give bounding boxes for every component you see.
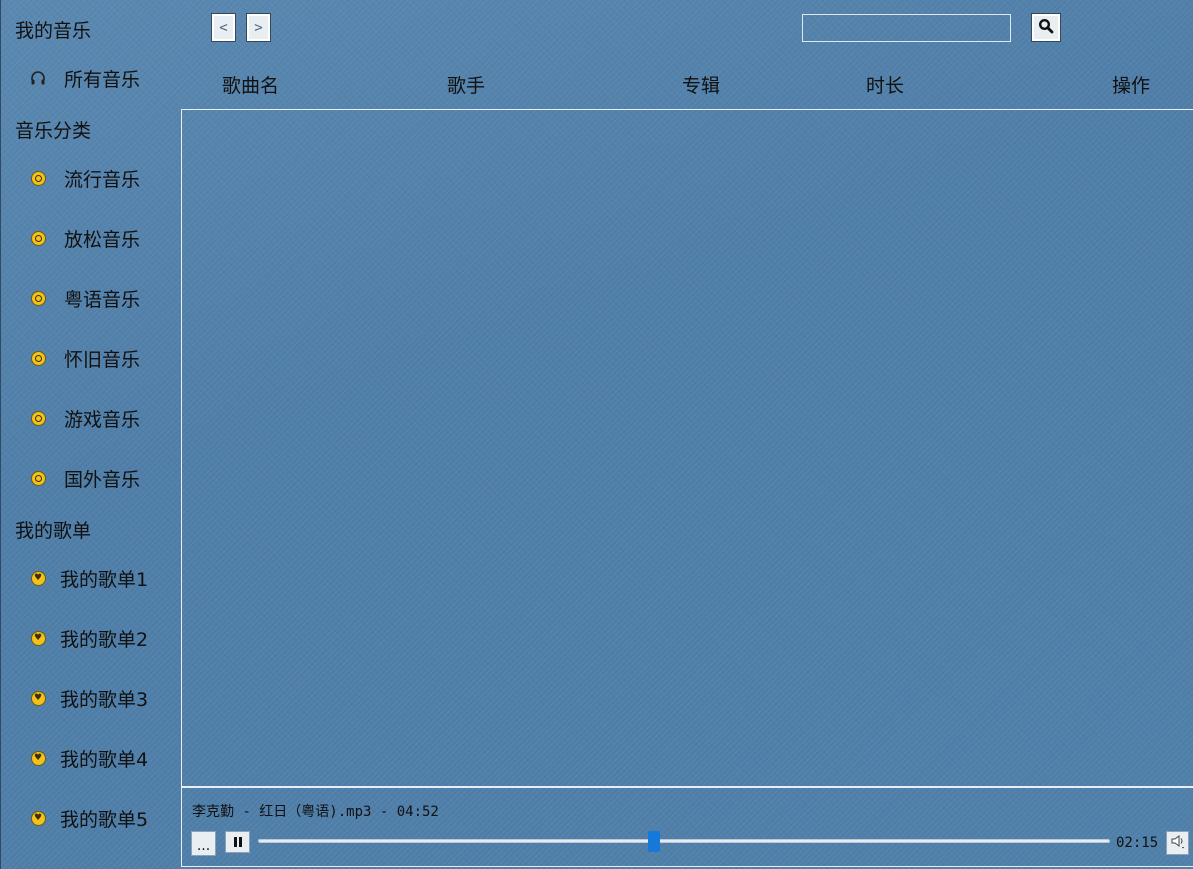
seek-thumb[interactable]: [648, 831, 661, 852]
volume-button[interactable]: [1166, 831, 1189, 855]
sidebar-item-all-music[interactable]: 所有音乐: [30, 58, 175, 98]
sidebar-item-label: 所有音乐: [64, 68, 141, 91]
sidebar-item-label: 粤语音乐: [64, 288, 141, 311]
sidebar-item-relax-music[interactable]: 放松音乐: [30, 218, 175, 258]
sidebar-item-pop-music[interactable]: 流行音乐: [30, 158, 175, 198]
player-panel: 李克勤 - 红日（粤语).mp3 - 04:52 ... 02:15: [181, 787, 1193, 867]
sidebar-item-label: 我的歌单1: [60, 568, 149, 591]
disc-icon: [30, 350, 46, 366]
back-button[interactable]: <: [211, 13, 236, 42]
speaker-icon: [1170, 833, 1186, 853]
sidebar-item-playlist-4[interactable]: ♥ 我的歌单4: [30, 738, 175, 778]
sidebar-item-foreign-music[interactable]: 国外音乐: [30, 458, 175, 498]
chevron-left-icon: <: [219, 19, 228, 36]
heart-disc-icon: ♥: [30, 630, 46, 646]
sidebar-item-label: 流行音乐: [64, 168, 141, 191]
playlist-title: 我的歌单: [15, 520, 92, 542]
search-icon: [1038, 18, 1054, 38]
search-button[interactable]: [1031, 13, 1061, 42]
pause-icon: [233, 837, 243, 847]
category-title: 音乐分类: [15, 120, 92, 142]
column-header-artist[interactable]: 歌手: [447, 71, 485, 98]
sidebar-item-playlist-1[interactable]: ♥ 我的歌单1: [30, 558, 175, 598]
sidebar-item-label: 我的歌单4: [60, 748, 149, 771]
sidebar-item-label: 游戏音乐: [64, 408, 141, 431]
disc-icon: [30, 410, 46, 426]
sidebar-item-label: 我的歌单2: [60, 628, 149, 651]
heart-disc-icon: ♥: [30, 570, 46, 586]
sidebar-item-label: 我的歌单3: [60, 688, 149, 711]
more-button[interactable]: ...: [191, 831, 216, 856]
column-header-duration[interactable]: 时长: [866, 71, 904, 98]
sidebar-item-label: 放松音乐: [64, 228, 141, 251]
sidebar-item-game-music[interactable]: 游戏音乐: [30, 398, 175, 438]
disc-icon: [30, 230, 46, 246]
sidebar-item-label: 我的歌单5: [60, 808, 149, 831]
heart-disc-icon: ♥: [30, 810, 46, 826]
sidebar-item-cantonese-music[interactable]: 粤语音乐: [30, 278, 175, 318]
column-header-album[interactable]: 专辑: [682, 71, 720, 98]
column-header-song-name[interactable]: 歌曲名: [222, 71, 279, 98]
disc-icon: [30, 170, 46, 186]
now-playing-label: 李克勤 - 红日（粤语).mp3 - 04:52: [192, 804, 439, 820]
disc-icon: [30, 470, 46, 486]
disc-icon: [30, 290, 46, 306]
heart-disc-icon: ♥: [30, 690, 46, 706]
sidebar: 我的音乐 所有音乐 音乐分类 流行音乐 放松音乐 粤语音乐 怀旧音乐 游戏音乐 …: [0, 0, 181, 869]
sidebar-item-oldies-music[interactable]: 怀旧音乐: [30, 338, 175, 378]
pause-button[interactable]: [225, 831, 250, 853]
sidebar-item-label: 国外音乐: [64, 468, 141, 491]
sidebar-item-playlist-3[interactable]: ♥ 我的歌单3: [30, 678, 175, 718]
sidebar-item-label: 怀旧音乐: [64, 348, 141, 371]
forward-button[interactable]: >: [246, 13, 271, 42]
my-music-title: 我的音乐: [15, 20, 92, 42]
elapsed-time: 02:15: [1116, 835, 1159, 851]
sidebar-item-playlist-5[interactable]: ♥ 我的歌单5: [30, 798, 175, 838]
seek-slider[interactable]: [258, 831, 1110, 852]
search-input[interactable]: [802, 14, 1011, 42]
seek-track: [258, 839, 1110, 843]
sidebar-item-playlist-2[interactable]: ♥ 我的歌单2: [30, 618, 175, 658]
headphones-icon: [30, 70, 46, 86]
heart-disc-icon: ♥: [30, 750, 46, 766]
column-header-actions: 操作: [1112, 75, 1151, 97]
chevron-right-icon: >: [254, 19, 263, 36]
song-list[interactable]: [181, 109, 1193, 787]
